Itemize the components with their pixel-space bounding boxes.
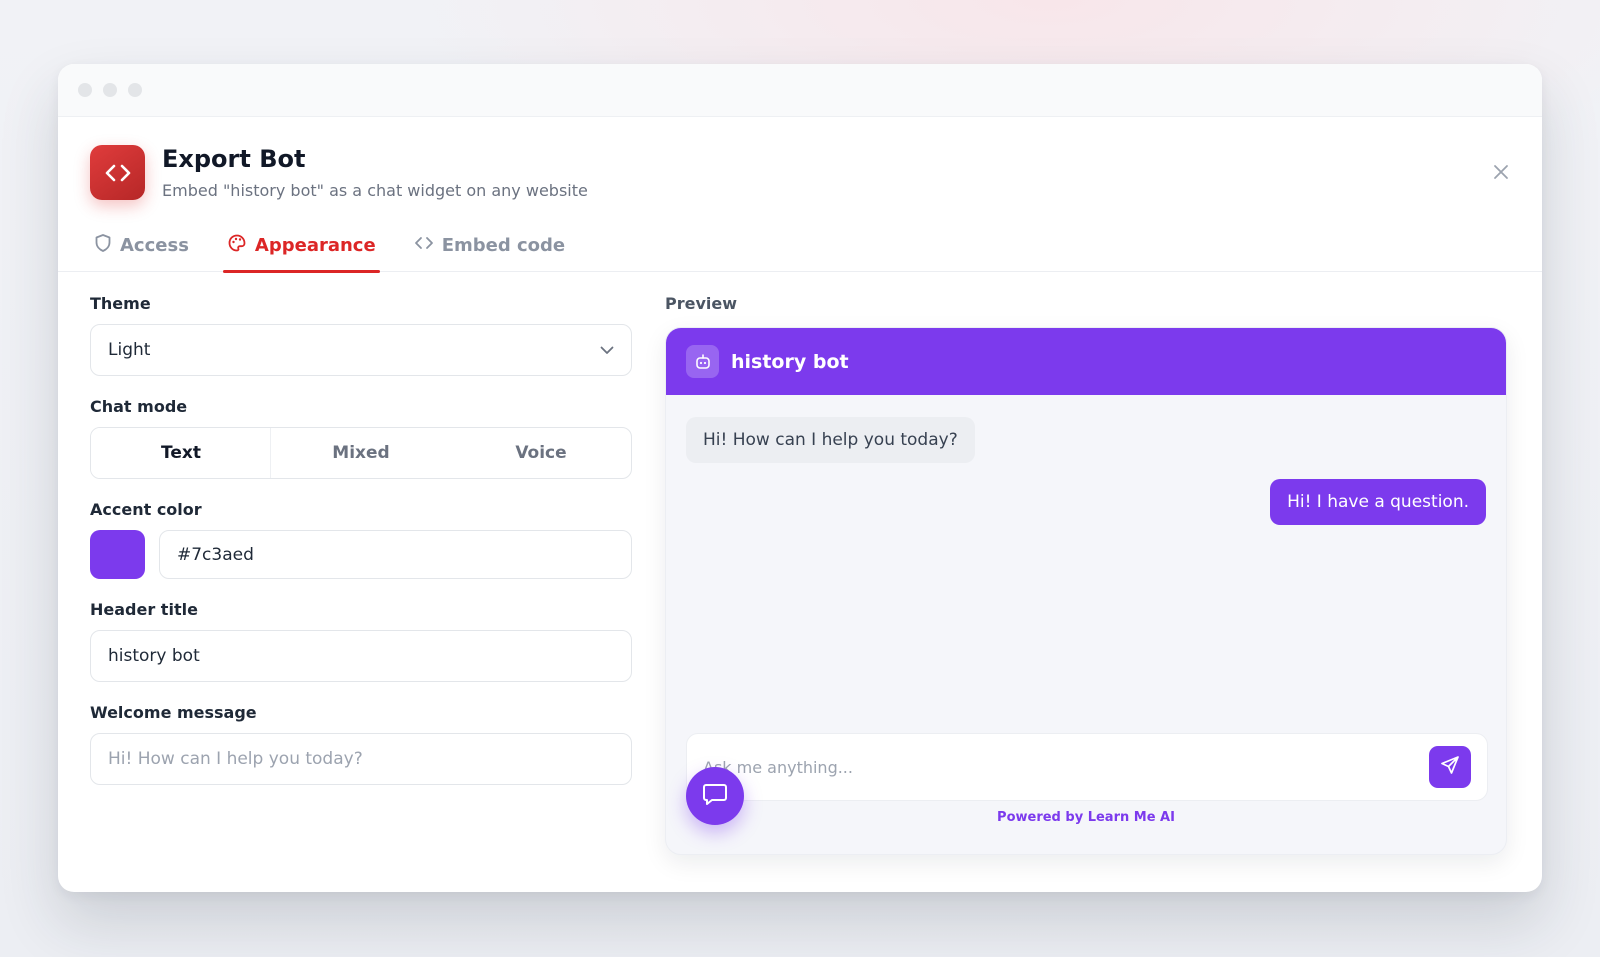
- send-button[interactable]: [1429, 746, 1471, 788]
- tab-bar: Access Appearance Embed code: [58, 219, 1542, 273]
- chat-bubble-icon: [702, 782, 728, 810]
- tab-label: Appearance: [254, 235, 376, 256]
- dialog-title: Export Bot: [162, 145, 306, 173]
- tab-label: Embed code: [441, 235, 566, 256]
- user-message-bubble: Hi! I have a question.: [1270, 479, 1486, 525]
- theme-select[interactable]: Light: [90, 324, 632, 376]
- accent-color-input[interactable]: #7c3aed: [159, 530, 632, 579]
- bot-icon: [686, 345, 719, 378]
- theme-label: Theme: [90, 294, 151, 313]
- shield-icon: [94, 233, 112, 258]
- window-titlebar: [58, 64, 1542, 117]
- send-icon: [1440, 755, 1460, 779]
- chevron-down-icon: [600, 340, 614, 360]
- widget-message-input[interactable]: Ask me anything...: [703, 758, 1429, 777]
- widget-header: history bot: [666, 328, 1506, 395]
- code-icon: [414, 235, 434, 256]
- export-bot-window: Export Bot Embed "history bot" as a chat…: [58, 64, 1542, 892]
- widget-title: history bot: [731, 350, 849, 373]
- bot-message-bubble: Hi! How can I help you today?: [686, 417, 975, 463]
- dialog-subtitle: Embed "history bot" as a chat widget on …: [162, 181, 588, 200]
- close-icon[interactable]: [1490, 161, 1512, 183]
- preview-label: Preview: [665, 294, 738, 313]
- window-dot-close[interactable]: [78, 83, 92, 97]
- widget-composer: Ask me anything...: [686, 733, 1488, 801]
- accent-color-label: Accent color: [90, 500, 202, 519]
- dialog-header: Export Bot Embed "history bot" as a chat…: [58, 117, 1542, 219]
- window-dot-maximize[interactable]: [128, 83, 142, 97]
- chat-mode-segmented-control: Text Mixed Voice: [90, 427, 632, 479]
- appearance-form: Theme Light Chat mode Text Mixed Voice A…: [90, 294, 632, 806]
- theme-value: Light: [108, 340, 151, 360]
- preview-panel: Preview history bot Hi! How can I help y…: [665, 294, 1507, 855]
- header-title-label: Header title: [90, 600, 198, 619]
- header-title-input[interactable]: history bot: [90, 630, 632, 682]
- accent-color-row: #7c3aed: [90, 530, 632, 579]
- chat-mode-voice[interactable]: Voice: [451, 428, 631, 478]
- accent-color-swatch[interactable]: [90, 530, 145, 579]
- welcome-message-input[interactable]: Hi! How can I help you today?: [90, 733, 632, 785]
- chat-widget-preview: history bot Hi! How can I help you today…: [665, 327, 1507, 855]
- chat-mode-mixed[interactable]: Mixed: [271, 428, 451, 478]
- palette-icon: [227, 233, 247, 258]
- chat-mode-text[interactable]: Text: [91, 428, 271, 478]
- powered-by-link[interactable]: Powered by Learn Me AI: [666, 810, 1506, 825]
- window-dot-minimize[interactable]: [103, 83, 117, 97]
- tab-access[interactable]: Access: [90, 219, 193, 272]
- welcome-message-label: Welcome message: [90, 703, 257, 722]
- tab-appearance[interactable]: Appearance: [222, 219, 380, 273]
- chat-mode-label: Chat mode: [90, 397, 188, 416]
- tab-embed-code[interactable]: Embed code: [410, 219, 569, 272]
- tab-label: Access: [120, 235, 189, 256]
- code-icon: [90, 145, 145, 200]
